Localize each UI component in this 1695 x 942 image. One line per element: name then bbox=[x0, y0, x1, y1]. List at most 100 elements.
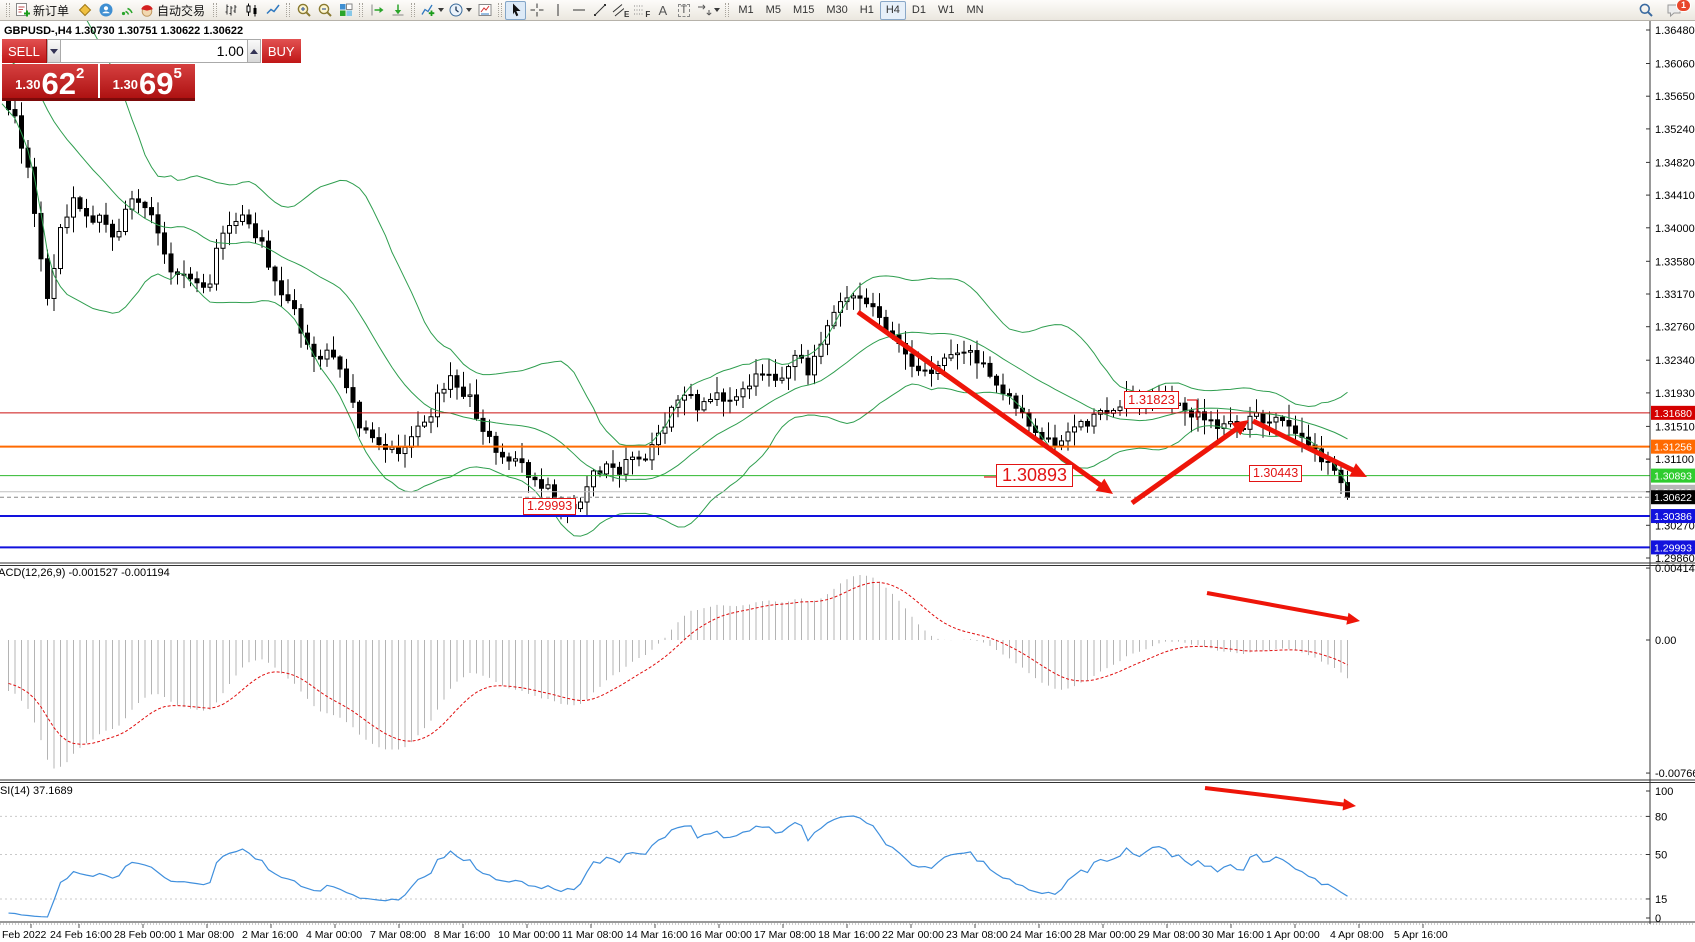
community-button[interactable] bbox=[95, 1, 116, 20]
volume-decrease-button[interactable] bbox=[47, 39, 61, 63]
price-annotation-mid[interactable]: 1.30893 bbox=[996, 464, 1073, 487]
sell-button[interactable]: SELL bbox=[2, 39, 46, 63]
trendline-tool-button[interactable] bbox=[589, 1, 610, 20]
svg-text:28 Feb 00:00: 28 Feb 00:00 bbox=[114, 929, 176, 941]
autotrading-button[interactable]: 自动交易 bbox=[137, 1, 210, 20]
chart-title: GBPUSD-,H4 1.30730 1.30751 1.30622 1.306… bbox=[4, 25, 243, 37]
cursor-tool-button[interactable] bbox=[505, 1, 526, 20]
timeframe-h1-button[interactable]: H1 bbox=[854, 1, 880, 20]
svg-text:100: 100 bbox=[1655, 786, 1673, 798]
price-scale[interactable]: 1.364801.360601.356501.352401.348201.344… bbox=[1646, 25, 1695, 925]
bar-chart-button[interactable] bbox=[220, 1, 241, 20]
buy-button[interactable]: BUY bbox=[262, 39, 301, 63]
timeframe-mn-button[interactable]: MN bbox=[960, 1, 989, 20]
channel-tool-button[interactable]: E bbox=[610, 1, 631, 20]
svg-text:10 Mar 00:00: 10 Mar 00:00 bbox=[498, 929, 560, 941]
chart-shift-icon bbox=[369, 2, 385, 18]
periods-dropdown-button[interactable] bbox=[446, 1, 474, 20]
volume-down-icon bbox=[50, 49, 58, 54]
toolbar-drag-handle[interactable] bbox=[6, 3, 10, 17]
vertical-line-tool-button[interactable] bbox=[547, 1, 568, 20]
toolbar-separator bbox=[213, 3, 217, 17]
sell-price-display[interactable]: 1.30 62 2 bbox=[2, 64, 98, 98]
sell-price-prefix: 1.30 bbox=[15, 77, 40, 92]
text-tool-glyph: A bbox=[659, 4, 668, 17]
templates-button[interactable] bbox=[474, 1, 495, 20]
rsi-line bbox=[9, 816, 1348, 917]
fibonacci-tool-button[interactable]: F bbox=[631, 1, 652, 20]
volume-input[interactable] bbox=[61, 39, 247, 63]
fibonacci-glyph: F bbox=[645, 11, 650, 19]
timeframe-m5-button[interactable]: M5 bbox=[760, 1, 787, 20]
buy-price-display[interactable]: 1.30 69 5 bbox=[100, 64, 196, 98]
timeframe-d1-button[interactable]: D1 bbox=[906, 1, 932, 20]
price-annotation-high[interactable]: 1.31823 bbox=[1124, 391, 1179, 409]
auto-scroll-icon bbox=[390, 2, 406, 18]
text-label-tool-button[interactable]: T bbox=[673, 1, 694, 20]
zoom-out-icon bbox=[317, 2, 333, 18]
timeframe-m15-button[interactable]: M15 bbox=[787, 1, 820, 20]
svg-text:0.00: 0.00 bbox=[1655, 635, 1676, 647]
svg-text:8 Mar 16:00: 8 Mar 16:00 bbox=[434, 929, 490, 941]
notification-badge: 1 bbox=[1676, 0, 1691, 12]
crosshair-icon bbox=[529, 2, 545, 18]
volume-increase-button[interactable] bbox=[247, 39, 261, 63]
svg-text:28 Mar 00:00: 28 Mar 00:00 bbox=[1074, 929, 1136, 941]
price-annotation-bottom[interactable]: 1.29993 bbox=[523, 498, 576, 515]
zoom-in-button[interactable] bbox=[293, 1, 314, 20]
svg-text:11 Mar 08:00: 11 Mar 08:00 bbox=[562, 929, 623, 941]
notifications-button[interactable]: 1 bbox=[1664, 1, 1685, 20]
svg-text:2 Mar 16:00: 2 Mar 16:00 bbox=[242, 929, 298, 941]
timeframe-m1-button[interactable]: M1 bbox=[732, 1, 759, 20]
arrows-tool-dropdown-button[interactable] bbox=[694, 1, 722, 20]
line-chart-button[interactable] bbox=[262, 1, 283, 20]
svg-text:18 Mar 16:00: 18 Mar 16:00 bbox=[818, 929, 880, 941]
zoom-out-button[interactable] bbox=[314, 1, 335, 20]
indicators-dropdown-button[interactable] bbox=[418, 1, 446, 20]
toolbar: 新订单 自动交易 bbox=[0, 0, 1695, 21]
chart-window[interactable]: 1.364801.360601.356501.352401.348201.344… bbox=[0, 21, 1695, 942]
svg-text:15: 15 bbox=[1655, 894, 1667, 906]
rsi-label: RSI(14) 37.1689 bbox=[0, 785, 73, 797]
vertical-line-icon bbox=[550, 2, 566, 18]
candlestick-chart-icon bbox=[244, 2, 260, 18]
time-scale[interactable]: Feb 202224 Feb 16:0028 Feb 00:001 Mar 08… bbox=[2, 924, 1448, 941]
line-chart-icon bbox=[265, 2, 281, 18]
trend-arrow-annotations[interactable] bbox=[858, 312, 1367, 810]
signals-button[interactable] bbox=[116, 1, 137, 20]
horizontal-line-icon bbox=[571, 2, 587, 18]
tile-windows-button[interactable] bbox=[335, 1, 356, 20]
candlestick-chart-button[interactable] bbox=[241, 1, 262, 20]
panel-frame bbox=[0, 21, 1695, 924]
svg-text:23 Mar 08:00: 23 Mar 08:00 bbox=[946, 929, 1008, 941]
svg-text:1.36060: 1.36060 bbox=[1655, 58, 1695, 70]
chart-shift-button[interactable] bbox=[366, 1, 387, 20]
timeframe-w1-button[interactable]: W1 bbox=[932, 1, 961, 20]
chart-canvas[interactable]: 1.364801.360601.356501.352401.348201.344… bbox=[0, 21, 1695, 942]
svg-text:14 Mar 16:00: 14 Mar 16:00 bbox=[626, 929, 688, 941]
svg-text:1.32760: 1.32760 bbox=[1655, 322, 1695, 334]
templates-icon bbox=[477, 2, 493, 18]
market-button[interactable] bbox=[74, 1, 95, 20]
community-icon bbox=[98, 2, 114, 18]
toolbar-right-group: 1 bbox=[1635, 1, 1685, 20]
svg-text:0: 0 bbox=[1655, 913, 1661, 925]
svg-text:1.34000: 1.34000 bbox=[1655, 223, 1695, 235]
crosshair-tool-button[interactable] bbox=[526, 1, 547, 20]
svg-text:1.33170: 1.33170 bbox=[1655, 289, 1695, 301]
auto-scroll-button[interactable] bbox=[387, 1, 408, 20]
timeframe-m30-button[interactable]: M30 bbox=[820, 1, 853, 20]
horizontal-line-objects[interactable] bbox=[0, 413, 1650, 548]
horizontal-line-tool-button[interactable] bbox=[568, 1, 589, 20]
dropdown-caret-icon bbox=[438, 8, 444, 12]
text-tool-button[interactable]: A bbox=[652, 1, 673, 20]
timeframe-h4-button[interactable]: H4 bbox=[880, 1, 906, 20]
search-button[interactable] bbox=[1635, 1, 1656, 20]
buy-price-big-digits: 69 bbox=[139, 71, 173, 96]
svg-text:16 Mar 00:00: 16 Mar 00:00 bbox=[690, 929, 752, 941]
price-annotation-target[interactable]: 1.30443 bbox=[1249, 465, 1302, 482]
candles-layer bbox=[7, 86, 1350, 523]
new-order-button[interactable]: 新订单 bbox=[13, 1, 74, 20]
rsi-panel bbox=[0, 816, 1650, 917]
sell-price-big-digits: 62 bbox=[41, 71, 75, 96]
